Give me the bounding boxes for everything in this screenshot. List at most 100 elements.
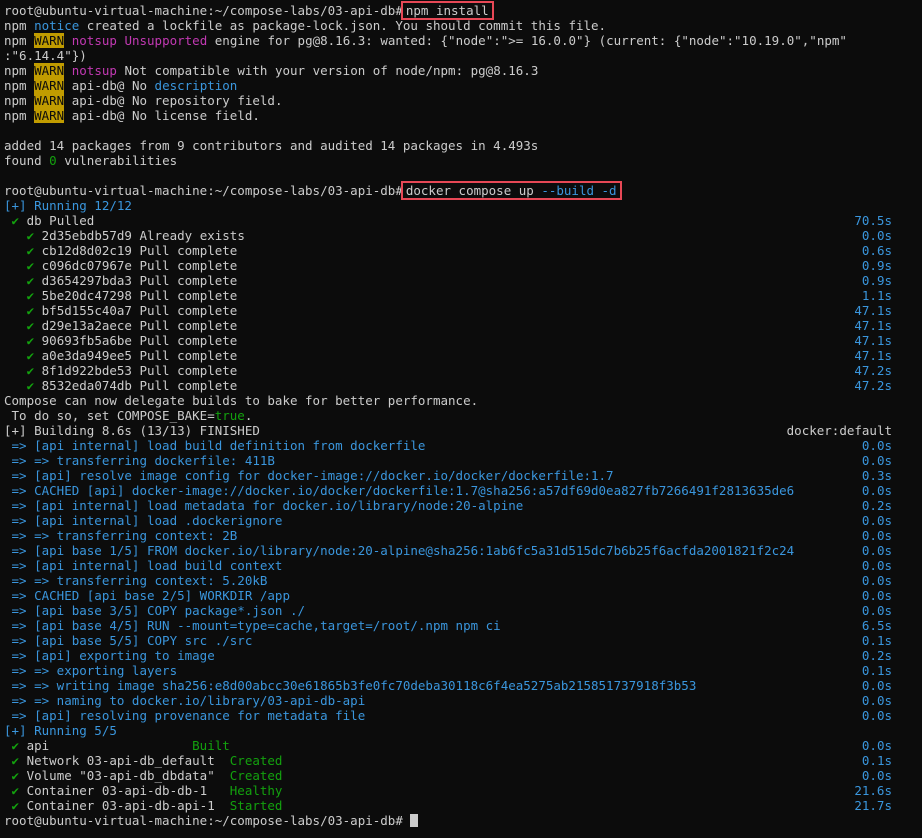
layer-time: 47.2s (854, 378, 892, 393)
warn-text: api-db@ No license field. (71, 108, 260, 123)
check-icon: ✔ (26, 228, 35, 243)
step-text: => [api internal] load metadata for dock… (4, 498, 524, 513)
step-text: => => transferring context: 5.20kB (4, 573, 268, 588)
builder-name: docker:default (786, 423, 892, 438)
pull-list: ✔ 2d35ebdb57d9 Already exists 0.0s ✔ cb12… (4, 228, 922, 393)
layer-status: Pull complete (139, 333, 238, 348)
building-header: [+] Building 8.6s (13/13) FINISHED docker… (4, 423, 922, 438)
service-name: ✔ Network 03-api-db_default (11, 753, 230, 768)
check-icon: ✔ (26, 378, 35, 393)
step-text: => CACHED [api] docker-image://docker.io… (4, 483, 795, 498)
step-text: => => exporting layers (4, 663, 178, 678)
npm-prefix: npm (4, 63, 27, 78)
check-icon: ✔ (11, 798, 20, 813)
warn-badge: WARN (34, 78, 65, 93)
layer-id: d29e13a2aece (41, 318, 132, 333)
step-time: 0.0s (861, 588, 892, 603)
layer-status: Pull complete (139, 348, 238, 363)
unsupported-tag: Unsupported (124, 33, 208, 48)
build-step: => [api base 1/5] FROM docker.io/library… (4, 543, 922, 558)
terminal-line: npm WARN api-db@ No repository field. (4, 93, 922, 108)
step-text: => [api internal] load build definition … (4, 438, 426, 453)
step-time: 0.0s (861, 693, 892, 708)
layer-id: 2d35ebdb57d9 (41, 228, 132, 243)
build-step: => [api base 4/5] RUN --mount=type=cache… (4, 618, 922, 633)
build-step: => [api internal] load metadata for dock… (4, 498, 922, 513)
step-time: 0.0s (861, 708, 892, 723)
service-row: ✔ Container 03-api-db-api-1 Started 21.7s (4, 798, 922, 813)
check-icon: ✔ (26, 363, 35, 378)
terminal-line: npm WARN notsup Unsupported engine for p… (4, 33, 922, 48)
description-tag: description (154, 78, 238, 93)
service-time: 21.7s (854, 798, 892, 813)
terminal-line[interactable]: root@ubuntu-virtual-machine:~/compose-la… (4, 813, 922, 828)
step-time: 0.2s (861, 648, 892, 663)
bake-value: true (214, 408, 245, 423)
step-time: 0.0s (861, 483, 892, 498)
terminal-line: found 0 vulnerabilities (4, 153, 922, 168)
service-name: ✔ Volume "03-api-db_dbdata" (11, 768, 230, 783)
layer-time: 0.9s (861, 273, 892, 288)
terminal-line: added 14 packages from 9 contributors an… (4, 138, 922, 153)
build-step: => [api] resolving provenance for metada… (4, 708, 922, 723)
pull-time: 70.5s (854, 213, 892, 228)
bake-message: To do so, set COMPOSE_BAKE= (4, 408, 215, 423)
npm-prefix: npm (4, 78, 27, 93)
step-text: => [api internal] load build context (4, 558, 283, 573)
step-text: => [api] resolving provenance for metada… (4, 708, 366, 723)
warn-badge: WARN (34, 93, 65, 108)
step-time: 0.2s (861, 498, 892, 513)
npm-prefix: npm (4, 18, 27, 33)
terminal-window[interactable]: root@ubuntu-virtual-machine:~/compose-la… (0, 0, 922, 838)
terminal-line: To do so, set COMPOSE_BAKE=true. (4, 408, 922, 423)
build-step: => => naming to docker.io/library/03-api… (4, 693, 922, 708)
warn-badge: WARN (34, 108, 65, 123)
build-step: => [api internal] load .dockerignore 0.0s (4, 513, 922, 528)
build-step-list: => [api internal] load build definition … (4, 438, 922, 723)
build-step: => => transferring dockerfile: 411B 0.0s (4, 453, 922, 468)
layer-time: 47.1s (854, 333, 892, 348)
layer-status: Pull complete (139, 288, 238, 303)
layer-status: Pull complete (139, 243, 238, 258)
vulnerability-count: 0 (49, 153, 57, 168)
build-step: => [api base 3/5] COPY package*.json ./ 0… (4, 603, 922, 618)
service-row: ✔ api Built 0.0s (4, 738, 922, 753)
service-status: Created (229, 768, 283, 783)
build-step: => [api internal] load build context 0.0s (4, 558, 922, 573)
pull-row: ✔ d3654297bda3 Pull complete 0.9s (4, 273, 922, 288)
check-icon: ✔ (11, 213, 20, 228)
service-status: Built (192, 738, 230, 753)
layer-id: d3654297bda3 (41, 273, 132, 288)
service-row: ✔ Container 03-api-db-db-1 Healthy 21.6s (4, 783, 922, 798)
step-text: => => naming to docker.io/library/03-api… (4, 693, 366, 708)
build-step: => [api] exporting to image 0.2s (4, 648, 922, 663)
shell-prompt: root@ubuntu-virtual-machine:~/compose-la… (4, 183, 403, 198)
service-time: 0.0s (861, 768, 892, 783)
npm-prefix: npm (4, 33, 27, 48)
step-time: 0.0s (861, 543, 892, 558)
step-text: => => transferring dockerfile: 411B (4, 453, 275, 468)
command-flags: --build -d (541, 183, 617, 198)
layer-id: 8532eda074db (41, 378, 132, 393)
terminal-line: npm WARN api-db@ No description (4, 78, 922, 93)
step-time: 0.0s (861, 558, 892, 573)
step-text: => [api] resolve image config for docker… (4, 468, 614, 483)
check-icon: ✔ (26, 318, 35, 333)
service-time: 0.1s (861, 753, 892, 768)
service-status: Created (229, 753, 283, 768)
building-label: [+] Building 8.6s (13/13) FINISHED (4, 423, 260, 438)
layer-status: Pull complete (139, 258, 238, 273)
terminal-line: npm WARN notsup Not compatible with your… (4, 63, 922, 78)
step-text: => [api] exporting to image (4, 648, 215, 663)
layer-status: Pull complete (139, 303, 238, 318)
step-time: 0.0s (861, 678, 892, 693)
layer-time: 47.1s (854, 348, 892, 363)
running-header: [+] Running 12/12 (4, 198, 132, 213)
build-step: => [api] resolve image config for docker… (4, 468, 922, 483)
pull-row: ✔ c096dc07967e Pull complete 0.9s (4, 258, 922, 273)
docker-compose-command: docker compose up --build -d (400, 181, 622, 200)
pull-row: ✔ cb12d8d02c19 Pull complete 0.6s (4, 243, 922, 258)
layer-time: 0.9s (861, 258, 892, 273)
notsup-tag: notsup (71, 63, 117, 78)
